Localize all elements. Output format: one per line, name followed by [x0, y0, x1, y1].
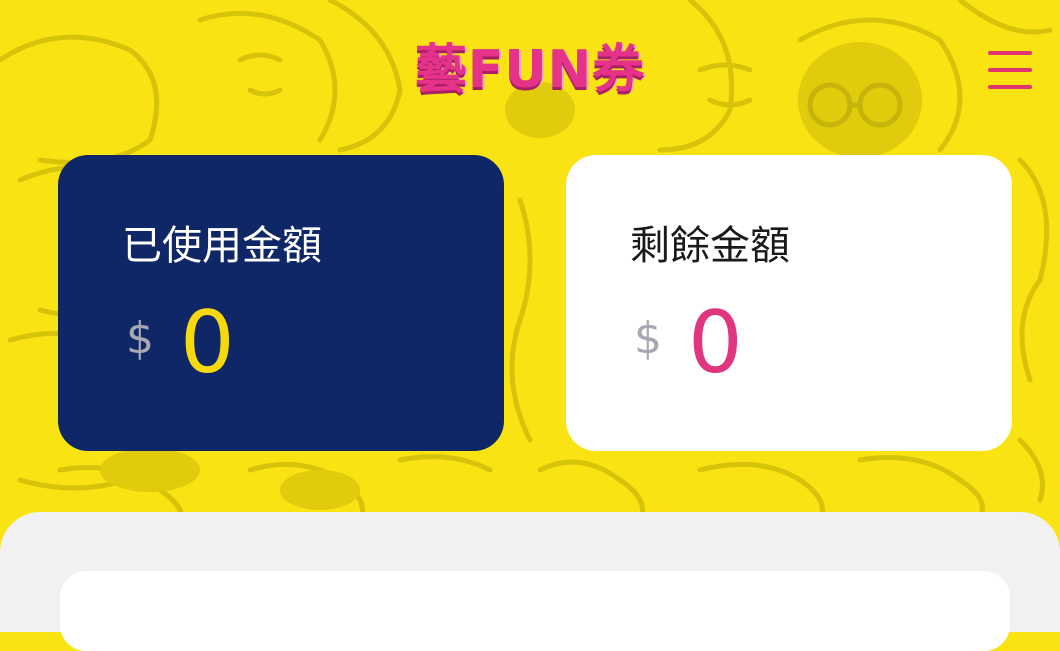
remaining-amount-card: 剩餘金額 $ 0 [566, 155, 1012, 451]
logo-text: 藝FUN券 [414, 40, 646, 100]
menu-bar [988, 51, 1032, 55]
content-card [60, 571, 1010, 651]
used-amount-card: 已使用金額 $ 0 [58, 155, 504, 451]
used-amount-value: 0 [180, 293, 235, 393]
remaining-amount-value: 0 [688, 293, 743, 393]
remaining-amount-label: 剩餘金額 [630, 223, 790, 269]
remaining-currency-symbol: $ [634, 313, 662, 364]
app-logo: 藝FUN券 [0, 30, 1060, 110]
menu-bar [988, 85, 1032, 89]
used-currency-symbol: $ [126, 313, 154, 364]
used-amount-label: 已使用金額 [122, 223, 322, 269]
hamburger-menu-icon[interactable] [984, 47, 1036, 99]
menu-bar [988, 68, 1032, 72]
